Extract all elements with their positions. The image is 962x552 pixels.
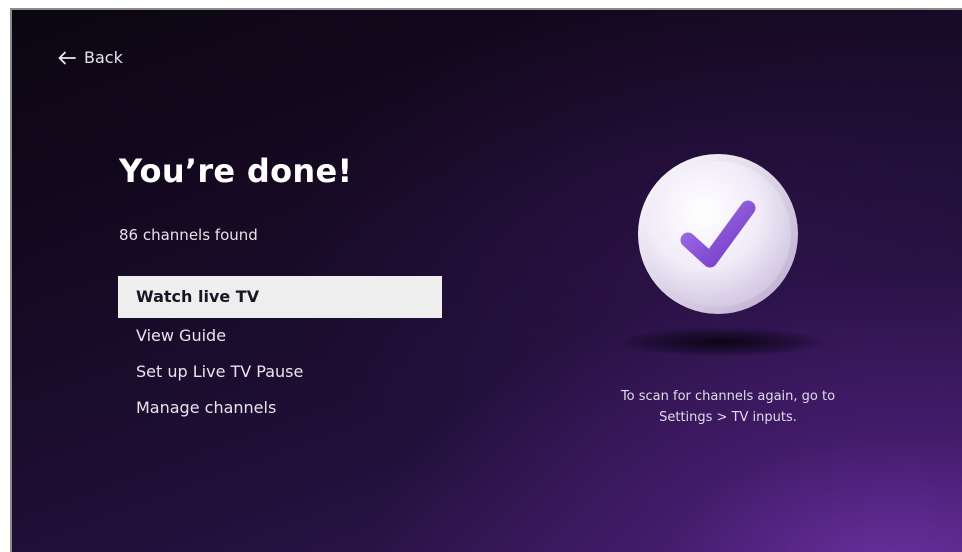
checkmark-shadow — [622, 328, 822, 356]
checkmark-badge — [636, 152, 800, 316]
rescan-hint-line2: Settings > TV inputs. — [659, 410, 797, 425]
back-arrow-icon — [58, 51, 76, 64]
options-menu: Watch live TV View Guide Set up Live TV … — [118, 276, 442, 426]
rescan-hint-line1: To scan for channels again, go to — [620, 389, 836, 404]
menu-item-view-guide[interactable]: View Guide — [118, 318, 442, 354]
tv-screen: Back You’re done! 86 channels found Watc… — [10, 8, 962, 552]
menu-item-watch-live-tv[interactable]: Watch live TV — [118, 276, 442, 318]
tv-frame: Back You’re done! 86 channels found Watc… — [0, 0, 962, 552]
checkmark-icon — [638, 154, 798, 314]
menu-item-manage-channels[interactable]: Manage channels — [118, 390, 442, 426]
channels-found-text: 86 channels found — [119, 226, 258, 244]
menu-item-live-tv-pause[interactable]: Set up Live TV Pause — [118, 354, 442, 390]
page-title: You’re done! — [119, 152, 353, 190]
back-button[interactable]: Back — [58, 48, 123, 67]
back-label: Back — [84, 48, 123, 67]
rescan-hint: To scan for channels again, go to Settin… — [578, 386, 878, 428]
